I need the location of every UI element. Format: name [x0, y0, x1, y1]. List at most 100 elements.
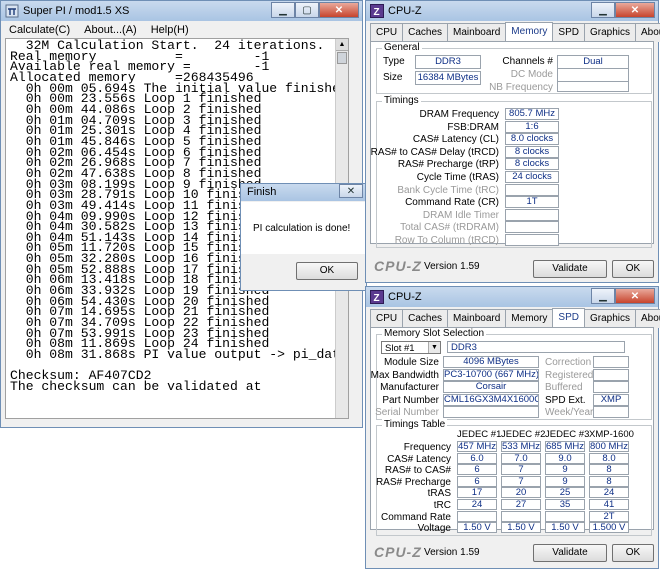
- validate-button[interactable]: Validate: [533, 260, 607, 278]
- channels-value: Dual: [557, 55, 629, 69]
- tab-cpu[interactable]: CPU: [370, 23, 404, 42]
- timings-group-title: Timings: [382, 95, 421, 106]
- timings-table-title: Timings Table: [382, 419, 448, 430]
- tab-memory[interactable]: Memory: [505, 309, 554, 328]
- maximize-button[interactable]: ▢: [295, 2, 319, 18]
- timings-cell: 6: [457, 464, 497, 476]
- finish-close-button[interactable]: ✕: [339, 184, 363, 198]
- chevron-down-icon: ▼: [428, 342, 440, 353]
- close-button[interactable]: ✕: [615, 288, 655, 304]
- tab-about[interactable]: About: [635, 309, 660, 328]
- finish-message: PI calculation is done!: [253, 223, 351, 234]
- output-line: 0h 08m 31.868s PI value output -> pi_dat…: [10, 347, 349, 363]
- timings-column-header: JEDEC #1: [457, 429, 502, 440]
- timing-label: FSB:DRAM: [447, 121, 499, 133]
- cpuz-version: Version 1.59: [424, 261, 480, 272]
- spd-row-right-label: Correction: [545, 357, 592, 368]
- type-label: Type: [383, 56, 405, 67]
- timing-value: 8 clocks: [505, 145, 559, 158]
- tab-mainboard[interactable]: Mainboard: [447, 309, 507, 328]
- timing-value: [505, 183, 559, 196]
- cpuz-version: Version 1.59: [424, 547, 480, 558]
- spd-row-label: Serial Number: [375, 407, 439, 418]
- superpi-menubar: Calculate(C) About...(A) Help(H): [5, 22, 358, 38]
- close-icon: ✕: [630, 290, 640, 302]
- cpuz-memory-titlebar[interactable]: Z CPU-Z ▁ ✕: [366, 1, 658, 21]
- validate-button[interactable]: Validate: [533, 544, 607, 562]
- cpuz-memory-window: Z CPU-Z ▁ ✕ CPU Caches Mainboard Memory …: [365, 0, 660, 283]
- timing-label: Command Rate (CR): [405, 197, 499, 209]
- finish-body: PI calculation is done!: [241, 202, 366, 254]
- timings-cell: 9: [545, 475, 585, 487]
- spd-row-right-label: SPD Ext.: [545, 394, 586, 406]
- timings-cell: 27: [501, 499, 541, 510]
- timing-label: Bank Cycle Time (tRC): [397, 184, 499, 196]
- timings-cell: 24: [589, 487, 629, 499]
- close-button[interactable]: ✕: [615, 2, 655, 18]
- timing-value: 8 clocks: [505, 158, 559, 171]
- maximize-icon: ▢: [302, 4, 312, 16]
- tab-about[interactable]: About: [635, 23, 660, 42]
- timings-cell: 800 MHz: [589, 441, 629, 452]
- spd-row-value: CML16GX3M4X1600C8: [443, 393, 539, 406]
- timings-cell: 9.0: [545, 452, 585, 464]
- minimize-button[interactable]: ▁: [591, 288, 615, 304]
- timings-cell: 685 MHz: [545, 441, 585, 452]
- superpi-titlebar[interactable]: Super PI / mod1.5 XS ▁ ▢ ✕: [1, 1, 362, 21]
- tab-caches[interactable]: Caches: [402, 23, 449, 42]
- tab-cpu[interactable]: CPU: [370, 309, 404, 328]
- timings-cell: 9: [545, 464, 585, 476]
- finish-ok-button[interactable]: OK: [296, 262, 358, 280]
- minimize-icon: ▁: [599, 290, 607, 302]
- close-button[interactable]: ✕: [319, 2, 359, 18]
- tab-spd[interactable]: SPD: [552, 308, 585, 328]
- cpuz-memory-footer: CPU-Z Version 1.59 Validate OK: [366, 246, 658, 282]
- minimize-button[interactable]: ▁: [271, 2, 295, 18]
- menu-help[interactable]: Help(H): [151, 24, 189, 36]
- dc-mode-value: [557, 68, 629, 82]
- tab-graphics[interactable]: Graphics: [583, 309, 636, 328]
- spd-row-label: Module Size: [383, 357, 439, 368]
- tab-memory[interactable]: Memory: [505, 22, 554, 42]
- timing-label: RAS# to CAS# Delay (tRCD): [370, 146, 499, 158]
- nb-frequency-value: [557, 81, 629, 92]
- timing-label: RAS# Precharge (tRP): [397, 159, 499, 171]
- cpuz-spd-titlebar[interactable]: Z CPU-Z ▁ ✕: [366, 287, 658, 307]
- spd-row-right-label: Buffered: [545, 382, 583, 393]
- timings-cell: 24: [457, 499, 497, 510]
- svg-text:Z: Z: [374, 293, 380, 304]
- finish-dialog: Finish ✕ PI calculation is done! OK: [240, 183, 367, 291]
- timings-cell: 17: [457, 487, 497, 499]
- scroll-thumb[interactable]: [337, 52, 347, 64]
- menu-about[interactable]: About...(A): [84, 24, 137, 36]
- superpi-app-icon: [5, 4, 19, 18]
- ok-button[interactable]: OK: [612, 260, 654, 278]
- finish-titlebar[interactable]: Finish ✕: [241, 184, 366, 201]
- timings-cell: 7.0: [501, 452, 541, 464]
- timing-value: 1:6: [505, 120, 559, 133]
- timings-row-label: Command Rate: [380, 511, 451, 523]
- tab-spd[interactable]: SPD: [552, 23, 585, 42]
- slot-select[interactable]: Slot #1 ▼: [381, 341, 441, 354]
- tab-graphics[interactable]: Graphics: [583, 23, 636, 42]
- minimize-button[interactable]: ▁: [591, 2, 615, 18]
- tab-caches[interactable]: Caches: [402, 309, 449, 328]
- slot-type-value: DDR3: [447, 341, 625, 353]
- timings-cell: 457 MHz: [457, 441, 497, 452]
- timings-cell: 6.0: [457, 452, 497, 464]
- cpuz-spd-footer: CPU-Z Version 1.59 Validate OK: [366, 532, 658, 568]
- timings-cell: [545, 510, 585, 522]
- spd-row-right-value: [593, 368, 629, 381]
- scroll-up-icon[interactable]: ▲: [336, 39, 348, 51]
- timings-table-group: Timings Table JEDEC #1 JEDEC #2 JEDEC #3 XM…: [376, 419, 652, 536]
- menu-calculate[interactable]: Calculate(C): [9, 24, 70, 36]
- ok-button[interactable]: OK: [612, 544, 654, 562]
- timings-row-label: tRC: [433, 500, 451, 511]
- tab-mainboard[interactable]: Mainboard: [447, 23, 507, 42]
- cpuz-title: CPU-Z: [388, 291, 422, 303]
- cpuz-spd-window: Z CPU-Z ▁ ✕ CPU Caches Mainboard Memory …: [365, 286, 660, 569]
- timing-value: 8.0 clocks: [505, 133, 559, 146]
- timings-cell: 25: [545, 487, 585, 499]
- minimize-icon: ▁: [279, 4, 287, 16]
- slot-select-value: Slot #1: [385, 343, 415, 354]
